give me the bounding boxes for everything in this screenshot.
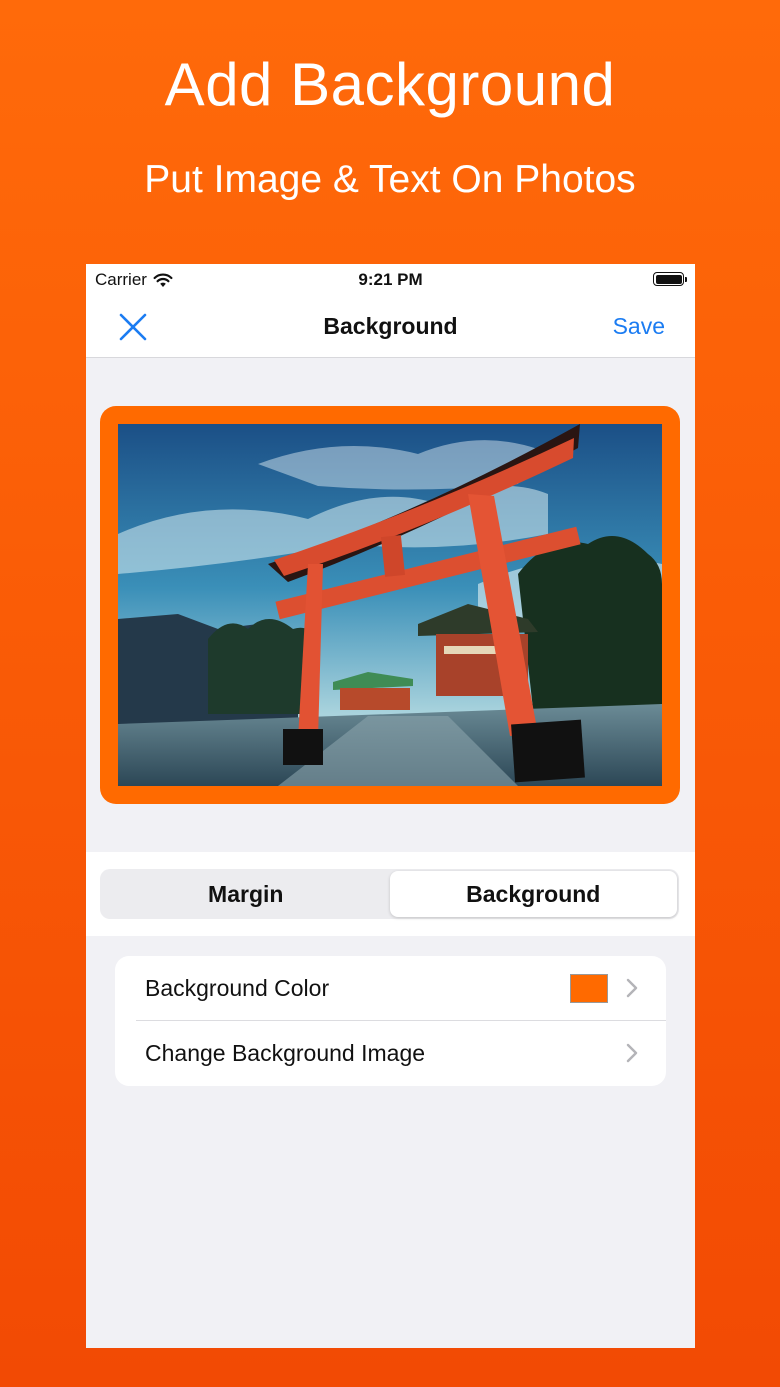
navigation-bar: Background Save [86, 296, 695, 358]
background-color-label: Background Color [145, 975, 330, 1001]
status-time: 9:21 PM [358, 270, 423, 289]
preview-frame [100, 406, 680, 804]
page-title: Background [323, 313, 458, 339]
segment-bar: Margin Background [86, 852, 695, 936]
background-color-row[interactable]: Background Color [115, 956, 666, 1021]
promo-subline: Put Image & Text On Photos [144, 158, 636, 201]
phone-screen: Carrier 9:21 PM Background Save Margin B… [86, 264, 695, 1348]
color-swatch[interactable] [570, 974, 608, 1003]
settings-list: Background Color Change Background Image [115, 956, 666, 1086]
promo-headline: Add Background [164, 51, 616, 118]
tab-background[interactable]: Background [389, 871, 677, 917]
segmented-control: Margin Background [100, 869, 679, 919]
battery-icon [653, 272, 687, 286]
tab-margin[interactable]: Margin [102, 871, 390, 917]
save-button[interactable]: Save [613, 313, 665, 340]
change-background-image-label: Change Background Image [145, 1040, 426, 1066]
status-bar: Carrier 9:21 PM [86, 264, 695, 296]
torii-gate-photo[interactable] [118, 424, 662, 786]
chevron-right-icon [626, 1043, 638, 1063]
change-background-image-row[interactable]: Change Background Image [115, 1021, 666, 1086]
chevron-right-icon [626, 978, 638, 998]
